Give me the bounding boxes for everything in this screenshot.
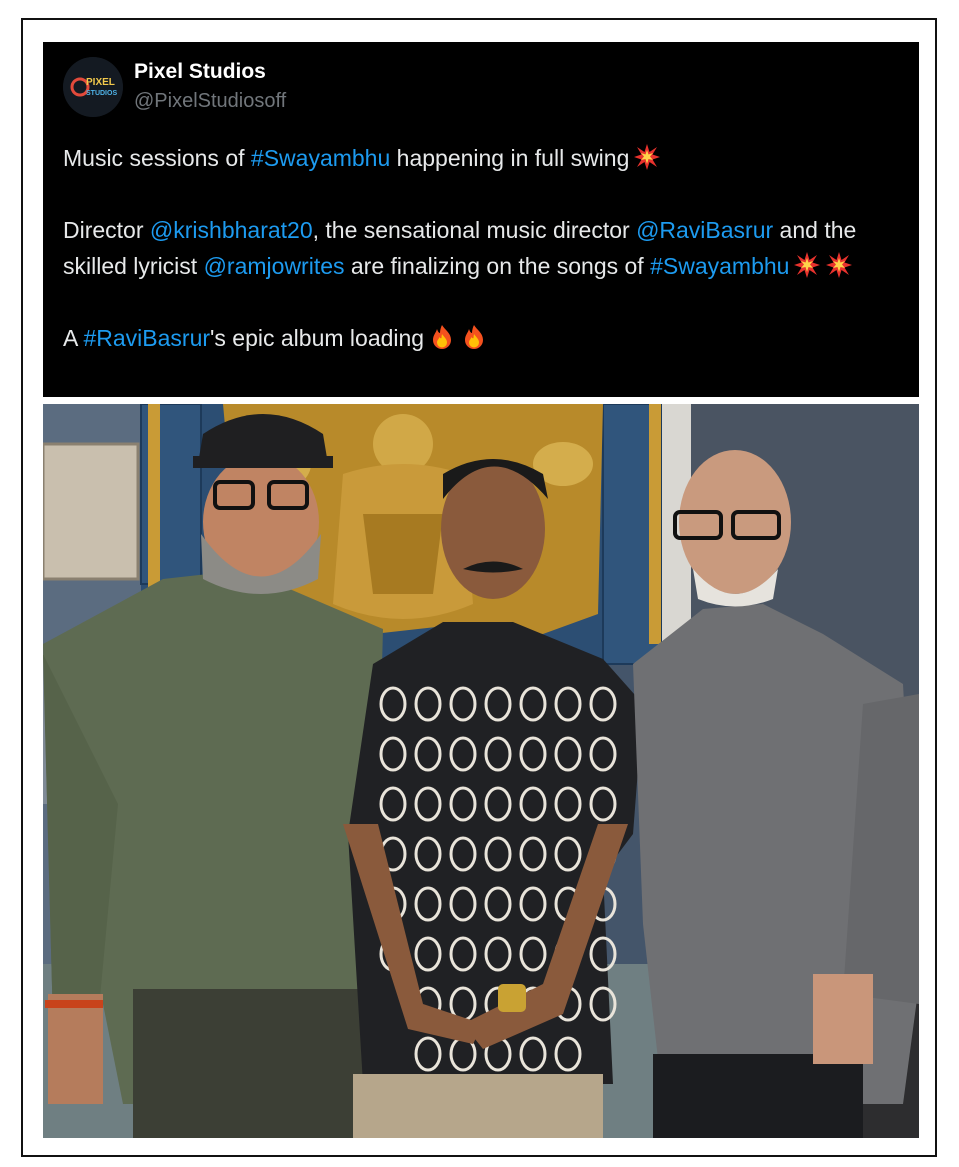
hashtag-link[interactable]: #RaviBasrur	[83, 325, 210, 351]
avatar[interactable]: PIXEL STUDIOS	[63, 57, 123, 117]
text-segment: , the sensational music director	[312, 217, 637, 243]
text-segment: A	[63, 325, 84, 351]
tweet-photo[interactable]	[43, 404, 919, 1138]
text-segment: Music sessions of	[63, 145, 251, 171]
mention-link[interactable]: @krishbharat20	[150, 217, 313, 243]
avatar-logo-top: PIXEL	[86, 77, 115, 88]
account-handle[interactable]: @PixelStudiosoff	[134, 90, 286, 113]
fire-emoji-icon	[428, 323, 456, 351]
collision-emoji-icon	[793, 251, 821, 279]
hashtag-link[interactable]: #Swayambhu	[251, 145, 390, 171]
tweet-paragraph-2: Director @krishbharat20, the sensational…	[63, 212, 903, 284]
mention-link[interactable]: @ramjowrites	[204, 253, 345, 279]
text-segment: Director	[63, 217, 150, 243]
mention-link[interactable]: @RaviBasrur	[636, 217, 773, 243]
tweet-body: Music sessions of #Swayambhu happening i…	[63, 140, 903, 356]
text-segment: 's epic album loading	[210, 325, 425, 351]
display-name[interactable]: Pixel Studios	[134, 60, 266, 84]
collision-emoji-icon	[633, 143, 661, 171]
collision-emoji-icon	[825, 251, 853, 279]
tweet-paragraph-1: Music sessions of #Swayambhu happening i…	[63, 140, 903, 176]
tweet-card[interactable]: PIXEL STUDIOS Pixel Studios @PixelStudio…	[43, 42, 919, 397]
hashtag-link[interactable]: #Swayambhu	[650, 253, 789, 279]
tweet-paragraph-3: A #RaviBasrur's epic album loading	[63, 320, 903, 356]
avatar-logo-bottom: STUDIOS	[86, 90, 117, 97]
text-segment: are finalizing on the songs of	[344, 253, 651, 279]
text-segment: happening in full swing	[390, 145, 630, 171]
fire-emoji-icon	[460, 323, 488, 351]
